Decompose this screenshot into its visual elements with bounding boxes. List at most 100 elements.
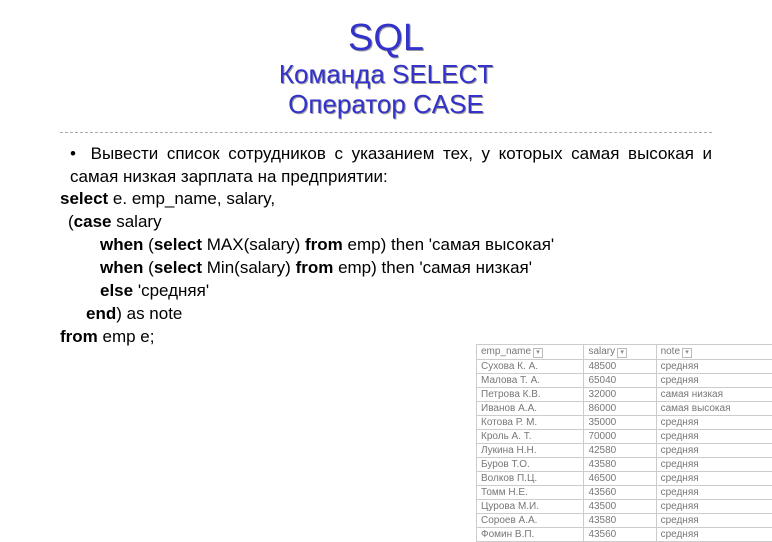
table-row: Фомин В.П.43560средняя (477, 528, 772, 542)
code-line-3: when (select MAX(salary) from emp) then … (60, 234, 712, 257)
table-cell: 32000 (584, 388, 656, 402)
th-note: note▾ (656, 345, 772, 360)
table-cell: 42580 (584, 444, 656, 458)
table-row: Котова Р. М.35000средняя (477, 416, 772, 430)
dropdown-icon[interactable]: ▾ (533, 348, 543, 358)
code-l1-rest: e. emp_name, salary, (108, 189, 275, 208)
kw-when-1: when (100, 235, 143, 254)
code-l3-b: ( (143, 235, 153, 254)
table-cell: средняя (656, 500, 772, 514)
code-block: select e. emp_name, salary, (case salary… (60, 188, 712, 349)
code-l4-d: Min(salary) (202, 258, 296, 277)
th-salary-label: salary (588, 346, 615, 357)
table-cell: средняя (656, 514, 772, 528)
table-cell: 65040 (584, 374, 656, 388)
table-cell: средняя (656, 528, 772, 542)
bullet-icon: • (70, 143, 82, 166)
code-l2-b: salary (112, 212, 162, 231)
table-cell: 43580 (584, 458, 656, 472)
table-cell: Фомин В.П. (477, 528, 584, 542)
table-cell: Сороев А.А. (477, 514, 584, 528)
divider (60, 132, 712, 133)
table-cell: средняя (656, 444, 772, 458)
table-row: Цурова М.И.43500средняя (477, 500, 772, 514)
table-row: Томм Н.Е.43560средняя (477, 486, 772, 500)
kw-when-2: when (100, 258, 143, 277)
table-cell: Сухова К. А. (477, 360, 584, 374)
code-line-4: when (select Min(salary) from emp) then … (60, 257, 712, 280)
kw-from-outer: from (60, 327, 98, 346)
table-row: Волков П.Ц.46500средняя (477, 472, 772, 486)
table-cell: 43560 (584, 528, 656, 542)
table-cell: самая низкая (656, 388, 772, 402)
code-line-6: end) as note (60, 303, 712, 326)
kw-from-1: from (305, 235, 343, 254)
code-l4-b: ( (143, 258, 153, 277)
title-block: SQL Команда SELECT Оператор CASE (60, 18, 712, 120)
code-l5-b: 'средняя' (133, 281, 209, 300)
table-cell: средняя (656, 416, 772, 430)
kw-from-2: from (296, 258, 334, 277)
table-cell: Лукина Н.Н. (477, 444, 584, 458)
table-cell: средняя (656, 458, 772, 472)
table-row: Сороев А.А.43580средняя (477, 514, 772, 528)
kw-select: select (60, 189, 108, 208)
table-body: Сухова К. А.48500средняяМалова Т. А.6504… (477, 360, 772, 542)
title-line-1: SQL (60, 18, 712, 60)
result-table-wrap: emp_name▾ salary▾ note▾ Сухова К. А.4850… (476, 344, 772, 542)
table-cell: средняя (656, 360, 772, 374)
table-cell: Буров Т.О. (477, 458, 584, 472)
table-cell: 43500 (584, 500, 656, 514)
bullet-intro: • Вывести список сотрудников с указанием… (70, 143, 712, 189)
table-cell: 46500 (584, 472, 656, 486)
table-cell: Петрова К.В. (477, 388, 584, 402)
code-line-2: (case salary (60, 211, 712, 234)
code-line-1: select e. emp_name, salary, (60, 188, 712, 211)
table-cell: 86000 (584, 402, 656, 416)
th-salary: salary▾ (584, 345, 656, 360)
code-l6-b: ) as note (116, 304, 182, 323)
table-cell: Кроль А. Т. (477, 430, 584, 444)
kw-else: else (100, 281, 133, 300)
table-row: Иванов А.А.86000самая высокая (477, 402, 772, 416)
dropdown-icon[interactable]: ▾ (617, 348, 627, 358)
table-cell: Котова Р. М. (477, 416, 584, 430)
table-cell: 70000 (584, 430, 656, 444)
code-line-5: else 'средняя' (60, 280, 712, 303)
kw-select-1: select (154, 235, 202, 254)
th-note-label: note (661, 346, 680, 357)
table-cell: Волков П.Ц. (477, 472, 584, 486)
title-line-3: Оператор CASE (60, 90, 712, 120)
result-table: emp_name▾ salary▾ note▾ Сухова К. А.4850… (476, 344, 772, 542)
body-text: • Вывести список сотрудников с указанием… (60, 143, 712, 349)
code-l3-f: emp) then 'самая высокая' (343, 235, 554, 254)
table-cell: самая высокая (656, 402, 772, 416)
table-cell: 48500 (584, 360, 656, 374)
table-cell: 43580 (584, 514, 656, 528)
th-emp-name-label: emp_name (481, 346, 531, 357)
code-l4-f: emp) then 'самая низкая' (333, 258, 532, 277)
table-row: Петрова К.В.32000самая низкая (477, 388, 772, 402)
table-cell: Томм Н.Е. (477, 486, 584, 500)
title-line-2: Команда SELECT (60, 60, 712, 90)
code-l7-b: emp e; (98, 327, 155, 346)
table-cell: средняя (656, 472, 772, 486)
table-cell: средняя (656, 486, 772, 500)
table-header-row: emp_name▾ salary▾ note▾ (477, 345, 772, 360)
table-row: Буров Т.О.43580средняя (477, 458, 772, 472)
kw-select-2: select (154, 258, 202, 277)
table-cell: Малова Т. А. (477, 374, 584, 388)
table-cell: средняя (656, 430, 772, 444)
th-emp-name: emp_name▾ (477, 345, 584, 360)
table-cell: Цурова М.И. (477, 500, 584, 514)
table-row: Лукина Н.Н.42580средняя (477, 444, 772, 458)
table-cell: Иванов А.А. (477, 402, 584, 416)
dropdown-icon[interactable]: ▾ (682, 348, 692, 358)
code-l3-d: MAX(salary) (202, 235, 305, 254)
table-cell: 35000 (584, 416, 656, 430)
intro-text: Вывести список сотрудников с указанием т… (70, 144, 712, 186)
table-cell: 43560 (584, 486, 656, 500)
table-row: Сухова К. А.48500средняя (477, 360, 772, 374)
table-cell: средняя (656, 374, 772, 388)
kw-end: end (86, 304, 116, 323)
